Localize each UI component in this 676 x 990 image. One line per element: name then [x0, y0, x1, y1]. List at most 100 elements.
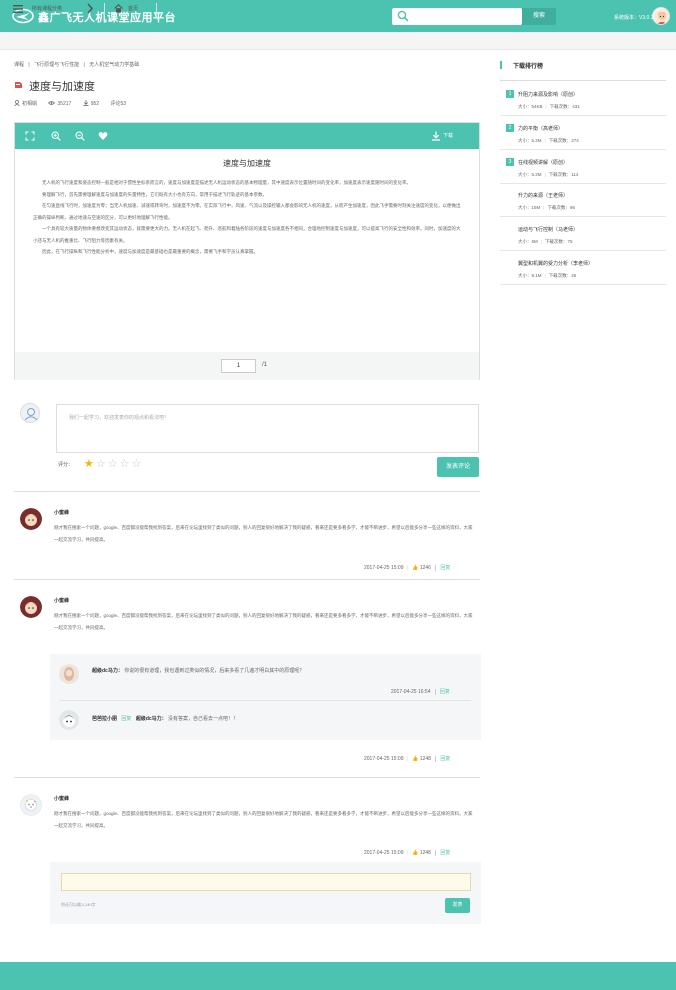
avatar-icon — [59, 710, 79, 730]
reply-link[interactable]: 回复 — [435, 850, 451, 856]
home-icon — [114, 4, 123, 13]
divider — [14, 491, 480, 492]
menu-icon[interactable] — [13, 5, 23, 13]
star-icon[interactable]: ☆ — [96, 458, 108, 470]
all-courses-link[interactable]: 所有课程分类 — [32, 5, 62, 12]
author: 初相娟 — [22, 101, 38, 107]
document-title: 速度与加速度 — [223, 159, 271, 168]
char-count-hint: 你还可以输入140字 — [61, 902, 96, 907]
star-rating[interactable]: ★☆☆☆☆ — [84, 457, 143, 470]
comment-footer: 2017-04-25 15:09 | 👍 1248 回复 — [364, 755, 451, 762]
ranking-item-meta: 大小：54KB | 下载次数：431 — [518, 104, 580, 109]
rank-badge: 3 — [506, 158, 514, 166]
user-avatar[interactable] — [652, 7, 670, 25]
reply-date: 2017-04-25 — [391, 689, 417, 695]
view-count: 35217 — [57, 101, 72, 107]
like-count: 1246 — [419, 565, 431, 571]
breadcrumb-item[interactable]: 无人机空气动力学基础 — [89, 62, 139, 68]
viewer-toolbar: 下载 — [15, 123, 479, 149]
comment-date: 2017-04-25 — [364, 756, 390, 762]
reply-target[interactable]: 超级dc马力： — [136, 716, 167, 722]
send-reply-button[interactable]: 发表 — [445, 898, 470, 913]
ranking-item[interactable]: 3 在线视频讲解（原创） 大小：5.2M | 下载次数：114 — [500, 153, 666, 184]
divider: | — [406, 756, 408, 762]
divider — [14, 777, 480, 778]
comment-text: 刚才我在搜索一个问题，google、百度都没能帮我找到答案，后来在论坛里找到了类… — [54, 525, 473, 542]
ranking-item[interactable]: 翼型和机翼的受力分析（李老师） 大小：8.1M | 下载次数：26 — [500, 254, 666, 285]
commenter-avatar[interactable] — [20, 508, 42, 530]
zoom-in-icon[interactable] — [51, 131, 61, 141]
reply-author[interactable]: 芭芭拉小朋 — [92, 716, 117, 722]
ranking-item[interactable]: 2 力的平衡（高老师） 大小：5.2M | 下载次数：274 — [500, 119, 666, 150]
eye-icon — [48, 101, 56, 105]
ranking-item[interactable]: 运动与飞行控制（马老师） 大小：6M | 下载次数：75 — [500, 220, 666, 251]
commenter-name[interactable]: 小蜜蜂 — [54, 509, 69, 516]
star-icon[interactable]: ☆ — [108, 458, 120, 470]
document-meta: 初相娟 35217 952 评论53 — [14, 100, 136, 107]
ranking-item-name[interactable]: 在线视频讲解（原创） — [518, 159, 568, 166]
document-icon — [15, 82, 22, 88]
document-page: 速度与加速度 无人机的飞行速度和姿态控制一般是相对于惯性坐标系而言的，速度与加速… — [15, 149, 479, 352]
ranking-item-meta: 大小：5.2M | 下载次数：274 — [518, 138, 579, 143]
comment-date: 2017-04-25 — [364, 565, 390, 571]
reply-avatar[interactable] — [59, 710, 79, 730]
commenter-name[interactable]: 小蜜蜂 — [54, 597, 69, 604]
reply-author[interactable]: 超级dc马力： — [92, 668, 123, 674]
divider — [14, 579, 480, 580]
star-icon[interactable]: ★ — [84, 458, 96, 470]
document-paragraph: 一个具有较大质量的物体要想改变其运动状态，就需要更大的力。无人机在起飞、爬升、巡… — [33, 226, 461, 243]
comment-date: 2017-04-25 — [364, 850, 390, 856]
commenter-name[interactable]: 小蜜蜂 — [54, 795, 69, 802]
breadcrumb-separator: | — [28, 62, 30, 68]
comment-textarea[interactable]: 我们一起学习，欢迎发表你的观点和看法吧！ — [56, 404, 479, 453]
download-icon[interactable] — [431, 131, 441, 141]
reply-avatar[interactable] — [59, 664, 79, 684]
reply-text: 你说的很有道理，我也遇到过类似的情况，后来多看了几遍才明白其中的原理呢？ — [124, 668, 305, 674]
ranking-item-name[interactable]: 翼型和机翼的受力分析（李老师） — [518, 260, 593, 267]
fullscreen-icon[interactable] — [25, 131, 35, 141]
ranking-item-meta: 大小：5.2M | 下载次数：114 — [518, 172, 579, 177]
breadcrumb-item[interactable]: 飞行原理与飞行性能 — [34, 62, 79, 68]
ranking-item-name[interactable]: 力的平衡（高老师） — [518, 125, 563, 132]
home-link[interactable]: 首页 — [128, 5, 138, 12]
star-icon[interactable]: ☆ — [120, 458, 132, 470]
heart-icon[interactable] — [98, 131, 108, 141]
breadcrumb-item[interactable]: 课程 — [14, 62, 24, 68]
avatar-icon — [20, 794, 42, 816]
reply-link[interactable]: 回复 — [435, 756, 451, 762]
breadcrumb: 课程 | 飞行原理与飞行性能 | 无人机空气动力学基础 — [14, 61, 142, 68]
star-icon[interactable]: ☆ — [132, 458, 144, 470]
ranking-item-name[interactable]: 升力的来源（王老师） — [518, 192, 568, 199]
divider — [59, 700, 471, 701]
ranking-item[interactable]: 升力的来源（王老师） 大小：15M | 下载次数：96 — [500, 186, 666, 217]
search-icon — [397, 10, 409, 22]
ranking-item-name[interactable]: 运动与飞行控制（马老师） — [518, 226, 578, 233]
commenter-avatar[interactable] — [20, 596, 42, 618]
reply-input[interactable] — [61, 873, 471, 891]
ranking-item[interactable]: 1 升阻力来源及影响（原创） 大小：54KB | 下载次数：431 — [500, 85, 666, 116]
like-icon[interactable]: 👍 — [412, 565, 418, 571]
reply-link[interactable]: 回复 — [435, 565, 451, 571]
zoom-out-icon[interactable] — [75, 131, 85, 141]
like-icon[interactable]: 👍 — [412, 850, 418, 856]
comment-footer: 2017-04-25 15:09 | 👍 1248 回复 — [364, 849, 451, 856]
commenter-avatar[interactable] — [20, 794, 42, 816]
reply-link[interactable]: 回复 — [434, 689, 450, 695]
page-title: 速度与加速度 — [29, 81, 95, 93]
document-paragraph: 在匀速直线飞行时，加速度为零；当无人机加速、减速或转弯时，加速度不为零。在实际飞… — [33, 203, 461, 220]
submit-comment-button[interactable]: 发表评论 — [437, 457, 479, 477]
ranking-item-name[interactable]: 升阻力来源及影响（原创） — [518, 91, 578, 98]
ranking-item-meta: 大小：15M | 下载次数：96 — [518, 205, 575, 210]
search-button[interactable]: 搜索 — [522, 8, 556, 25]
like-icon[interactable]: 👍 — [412, 756, 418, 762]
reply-footer: 2017-04-25 16:54 回复 — [391, 688, 450, 695]
reply-form-panel — [50, 862, 481, 924]
reply-text: 没有答案，自己看去一点吧！！ — [168, 716, 239, 722]
page-number-input[interactable]: 1 — [221, 359, 256, 373]
current-user-avatar — [20, 403, 40, 423]
chevron-right-icon[interactable] — [86, 3, 94, 14]
download-button[interactable]: 下载 — [443, 132, 453, 139]
avatar-icon — [20, 508, 42, 530]
download-icon — [83, 100, 89, 106]
search-input[interactable] — [392, 8, 522, 25]
